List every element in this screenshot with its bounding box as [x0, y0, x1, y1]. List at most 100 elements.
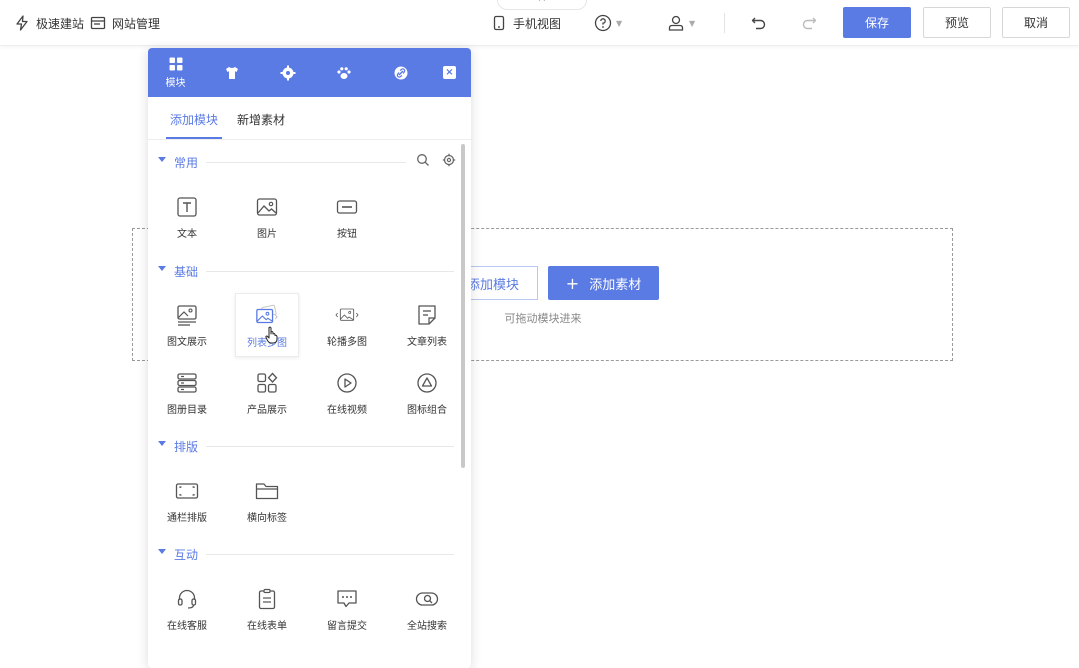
help-circle-icon [594, 14, 612, 32]
chat-bubble-icon [335, 587, 359, 611]
tab-modules-label: 模块 [165, 77, 186, 89]
gear-icon [280, 65, 296, 81]
module-message-submit[interactable]: 留言提交 [315, 577, 379, 641]
module-label: 在线视频 [327, 405, 367, 416]
module-label: 图文展示 [167, 337, 207, 348]
quick-build-label: 极速建站 [36, 16, 85, 31]
module-label: 在线客服 [167, 621, 207, 632]
close-icon: × [445, 66, 454, 78]
redo-button[interactable] [800, 12, 818, 34]
module-label: 文章列表 [407, 337, 447, 348]
module-label: 轮播多图 [327, 337, 367, 348]
module-label: 图标组合 [407, 405, 447, 416]
help-dropdown[interactable]: ▼ [594, 12, 622, 34]
module-label: 全站搜索 [407, 621, 447, 632]
section-common[interactable]: 常用 [148, 152, 458, 172]
section-title: 互动 [174, 548, 199, 562]
module-label: 通栏排版 [167, 513, 207, 524]
close-panel-button[interactable]: × [443, 66, 456, 79]
chevron-up-icon: ^ [537, 0, 547, 8]
module-label: 图片 [257, 229, 277, 240]
tab-paw[interactable] [336, 65, 352, 81]
product-display-icon [255, 371, 279, 395]
section-title: 常用 [174, 156, 199, 170]
drop-hint: 可拖动模块进来 [504, 312, 582, 325]
preview-button[interactable]: 预览 [923, 7, 991, 38]
module-label: 横向标签 [247, 513, 287, 524]
carousel-icon [335, 303, 359, 327]
clipboard-icon [255, 587, 279, 611]
module-label: 图册目录 [167, 405, 207, 416]
add-material-label: 添加素材 [589, 277, 642, 293]
active-tab-indicator [166, 137, 222, 139]
module-online-form[interactable]: 在线表单 [235, 577, 299, 641]
search-modules-button[interactable] [416, 152, 430, 166]
module-label: 留言提交 [327, 621, 367, 632]
collapse-toolbar-button[interactable]: ^ [497, 0, 587, 10]
section-divider [206, 271, 454, 272]
cancel-button[interactable]: 取消 [1002, 7, 1070, 38]
hand-cursor-icon [265, 326, 278, 344]
module-full-width-layout[interactable]: 通栏排版 [155, 469, 219, 533]
module-product-display[interactable]: 产品展示 [235, 361, 299, 425]
caret-down-icon [158, 549, 166, 554]
section-basic[interactable]: 基础 [148, 261, 458, 281]
section-divider [206, 554, 454, 555]
panel-header: 模块 × [148, 48, 471, 97]
module-image-text[interactable]: 图文展示 [155, 293, 219, 357]
module-online-video[interactable]: 在线视频 [315, 361, 379, 425]
user-dropdown[interactable]: ▼ [667, 12, 695, 34]
caret-down-icon: ▼ [689, 18, 696, 28]
quick-build-button[interactable]: 极速建站 [14, 12, 84, 34]
play-circle-icon [335, 371, 359, 395]
section-title: 基础 [174, 265, 199, 279]
module-settings-button[interactable] [442, 152, 456, 167]
search-icon [417, 154, 429, 166]
module-album-catalog[interactable]: 图册目录 [155, 361, 219, 425]
toolbar-divider [724, 13, 725, 33]
module-text[interactable]: 文本 [155, 185, 219, 249]
headset-icon [175, 587, 199, 611]
module-carousel[interactable]: 轮播多图 [315, 293, 379, 357]
tab-link[interactable] [393, 65, 409, 81]
lightning-icon [16, 15, 28, 31]
tab-style[interactable] [224, 65, 240, 81]
link-icon [394, 66, 408, 80]
full-width-icon [175, 479, 199, 503]
module-icon-group[interactable]: 图标组合 [395, 361, 459, 425]
tab-modules[interactable]: 模块 [148, 48, 203, 97]
add-material-button[interactable]: + 添加素材 [548, 266, 659, 300]
undo-button[interactable] [750, 12, 768, 34]
module-button[interactable]: 按钮 [315, 185, 379, 249]
tab-new-material[interactable]: 新增素材 [237, 111, 285, 128]
module-site-search[interactable]: 全站搜索 [395, 577, 459, 641]
image-text-icon [175, 303, 199, 327]
module-label: 在线表单 [247, 621, 287, 632]
mobile-view-button[interactable]: 手机视图 [491, 12, 561, 34]
module-list-images[interactable]: 列表多图 [235, 293, 299, 357]
site-search-icon [415, 587, 439, 611]
save-button[interactable]: 保存 [843, 7, 911, 38]
mobile-view-label: 手机视图 [513, 16, 562, 31]
section-layout[interactable]: 排版 [148, 436, 458, 456]
tab-add-module[interactable]: 添加模块 [170, 111, 218, 128]
folder-tabs-icon [255, 479, 279, 503]
paw-icon [337, 67, 351, 79]
site-manage-label: 网站管理 [112, 16, 161, 31]
module-image[interactable]: 图片 [235, 185, 299, 249]
icon-group-icon [415, 371, 439, 395]
module-label: 产品展示 [247, 405, 287, 416]
text-icon [175, 195, 199, 219]
module-label: 文本 [177, 229, 197, 240]
button-icon [335, 195, 359, 219]
site-manage-button[interactable]: 网站管理 [90, 12, 160, 34]
panel-scrollbar[interactable] [461, 144, 465, 468]
user-icon [668, 15, 684, 31]
section-interactive[interactable]: 互动 [148, 544, 458, 564]
top-toolbar: ^ 极速建站 网站管理 手机视图 ▼ ▼ 保存 预览 取消 [0, 0, 1079, 46]
module-article-list[interactable]: 文章列表 [395, 293, 459, 357]
caret-down-icon [158, 441, 166, 446]
module-horizontal-tabs[interactable]: 横向标签 [235, 469, 299, 533]
module-online-service[interactable]: 在线客服 [155, 577, 219, 641]
tab-settings[interactable] [280, 65, 296, 81]
